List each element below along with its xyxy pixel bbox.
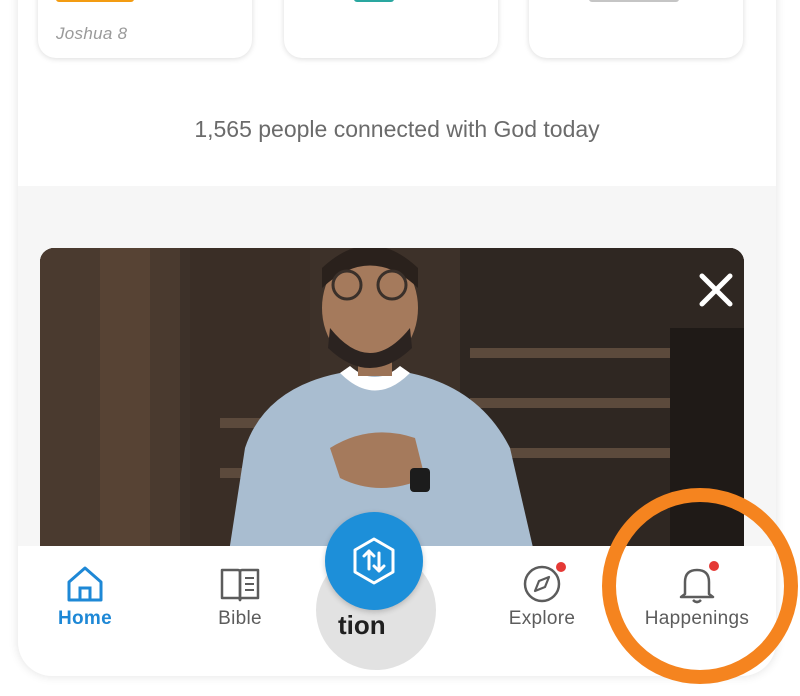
tab-bible[interactable]: Bible (170, 546, 310, 656)
verse-cards-section: Joshua 8 1,565 people connected with God… (18, 0, 776, 186)
tab-happenings[interactable]: Happenings (627, 546, 767, 656)
card-title-fragment (354, 0, 394, 2)
notification-badge (709, 561, 719, 571)
tab-explore[interactable]: Explore (472, 546, 612, 656)
card-title-fragment (589, 0, 679, 2)
book-icon (220, 568, 260, 602)
tab-label: Explore (508, 608, 576, 629)
tab-label: Happenings (644, 608, 750, 629)
notification-badge (556, 562, 566, 572)
verse-card[interactable] (284, 0, 498, 58)
close-icon (699, 273, 733, 307)
action-fab-button[interactable] (325, 512, 423, 610)
connected-count-text: 1,565 people connected with God today (194, 116, 600, 142)
close-video-button[interactable] (696, 270, 736, 310)
verse-card[interactable]: Joshua 8 (38, 0, 252, 58)
fab-label-partial: tion (338, 610, 386, 640)
home-icon (67, 566, 103, 602)
verse-reference: Joshua 8 (56, 24, 128, 43)
card-title-fragment (56, 0, 134, 2)
cycle-arrows-icon (353, 537, 395, 585)
tab-home[interactable]: Home (18, 546, 155, 656)
verse-card[interactable] (529, 0, 743, 58)
tab-label: Bible (218, 608, 262, 629)
tab-label: Home (58, 608, 112, 629)
